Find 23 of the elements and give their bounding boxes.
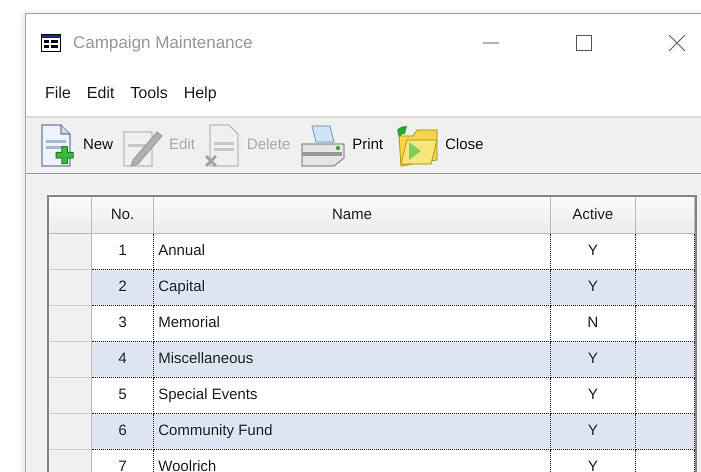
menu-item[interactable]: Tools: [122, 82, 176, 106]
column-header[interactable]: Active: [550, 197, 636, 233]
table-cell: Y: [550, 413, 636, 449]
table-cell: Capital: [154, 269, 550, 305]
table-cell: 4: [91, 341, 154, 377]
table-cell: Miscellaneous: [154, 341, 550, 377]
toolbar-button[interactable]: New: [39, 124, 116, 168]
table-cell: Y: [550, 449, 636, 472]
table-cell: Y: [550, 269, 636, 305]
menu-item[interactable]: Help: [176, 82, 225, 106]
toolbar-button[interactable]: Close: [391, 124, 486, 168]
table-cell: 6: [91, 413, 154, 449]
table-cell: 2: [91, 269, 154, 305]
column-header[interactable]: No.: [91, 197, 154, 233]
toolbar-button[interactable]: Print: [298, 124, 386, 168]
table-cell: Community Fund: [154, 413, 550, 449]
window-title: Campaign Maintenance: [73, 32, 253, 54]
menu-item[interactable]: Edit: [78, 82, 122, 106]
table-cell: 7: [91, 449, 154, 472]
column-header[interactable]: Name: [154, 197, 550, 233]
menu-item[interactable]: File: [37, 82, 79, 106]
table-cell: Woolrich: [154, 449, 550, 472]
table-cell: Y: [550, 341, 636, 377]
